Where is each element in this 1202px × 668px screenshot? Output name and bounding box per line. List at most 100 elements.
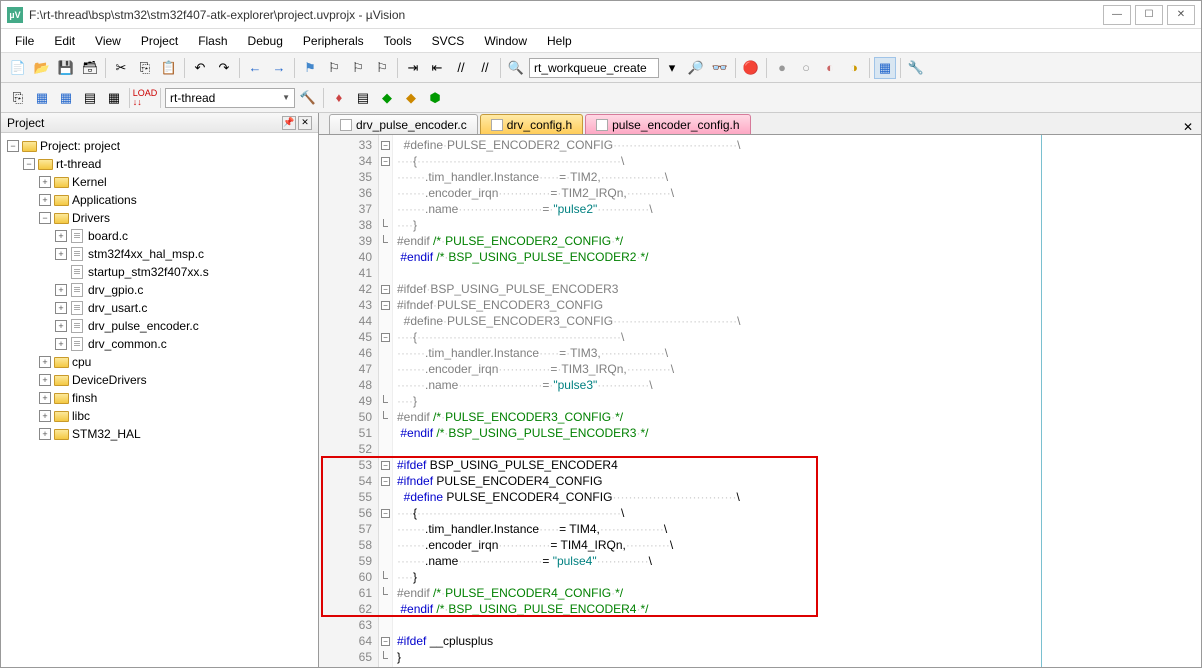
download-icon[interactable]: LOAD↓↓ bbox=[134, 87, 156, 109]
translate-icon[interactable]: ⎘ bbox=[7, 87, 29, 109]
batch-build-icon[interactable]: ▤ bbox=[79, 87, 101, 109]
nav-back-icon[interactable]: ← bbox=[244, 57, 266, 79]
panel-close-icon[interactable]: ✕ bbox=[298, 116, 312, 130]
menu-file[interactable]: File bbox=[7, 32, 42, 50]
tree-group-devicedrivers[interactable]: +DeviceDrivers bbox=[3, 371, 316, 389]
title-bar: µV F:\rt-thread\bsp\stm32\stm32f407-atk-… bbox=[1, 1, 1201, 29]
find-in-files-icon[interactable]: 🔎 bbox=[685, 57, 707, 79]
menu-help[interactable]: Help bbox=[539, 32, 580, 50]
tree-file-stm32f4xx_hal_msp-c[interactable]: +stm32f4xx_hal_msp.c bbox=[3, 245, 316, 263]
tab-close-icon[interactable]: ✕ bbox=[1175, 120, 1201, 134]
paste-icon[interactable]: 📋 bbox=[158, 57, 180, 79]
pack-installer-icon[interactable]: ⬢ bbox=[424, 87, 446, 109]
maximize-button[interactable]: ☐ bbox=[1135, 5, 1163, 25]
menu-edit[interactable]: Edit bbox=[46, 32, 83, 50]
search-input[interactable] bbox=[529, 58, 659, 78]
menu-project[interactable]: Project bbox=[133, 32, 186, 50]
save-all-icon[interactable]: 🗃 bbox=[79, 57, 101, 79]
editor-tabs: drv_pulse_encoder.c drv_config.h pulse_enc… bbox=[319, 113, 1201, 135]
bookmark-next-icon[interactable]: ⚐ bbox=[347, 57, 369, 79]
rebuild-icon[interactable]: ▦ bbox=[55, 87, 77, 109]
toolbar-separator bbox=[766, 58, 767, 78]
tree-group-finsh[interactable]: +finsh bbox=[3, 389, 316, 407]
toolbar-separator bbox=[869, 58, 870, 78]
open-file-icon[interactable]: 📂 bbox=[31, 57, 53, 79]
tree-file-startup_stm32f407xx-s[interactable]: startup_stm32f407xx.s bbox=[3, 263, 316, 281]
nav-forward-icon[interactable]: → bbox=[268, 57, 290, 79]
ruler-line bbox=[1041, 135, 1042, 667]
toolbar-separator bbox=[160, 88, 161, 108]
comment-icon[interactable]: // bbox=[450, 57, 472, 79]
menu-bar: FileEditViewProjectFlash DebugPeripherals… bbox=[1, 29, 1201, 53]
target-selector[interactable]: rt-thread ▼ bbox=[165, 88, 295, 108]
tab-drv_pulse_encoder-c[interactable]: drv_pulse_encoder.c bbox=[329, 114, 478, 134]
breakpoint-insert-icon[interactable]: ● bbox=[771, 57, 793, 79]
code-content[interactable]: #define·PULSE_ENCODER2_CONFIG···········… bbox=[393, 135, 1201, 667]
menu-tools[interactable]: Tools bbox=[376, 32, 420, 50]
window-layout-icon[interactable]: ▦ bbox=[874, 57, 896, 79]
tree-project-root[interactable]: −Project: project bbox=[3, 137, 316, 155]
menu-flash[interactable]: Flash bbox=[190, 32, 235, 50]
panel-pin-icon[interactable]: 📌 bbox=[282, 116, 296, 130]
select-packs-icon[interactable]: ▤ bbox=[352, 87, 374, 109]
indent-icon[interactable]: ⇥ bbox=[402, 57, 424, 79]
project-tree[interactable]: −Project: project−rt-thread+Kernel+Appli… bbox=[1, 133, 318, 667]
uncomment-icon[interactable]: // bbox=[474, 57, 496, 79]
bookmark-clear-icon[interactable]: ⚐ bbox=[371, 57, 393, 79]
tree-group-applications[interactable]: +Applications bbox=[3, 191, 316, 209]
menu-debug[interactable]: Debug bbox=[240, 32, 291, 50]
bookmark-prev-icon[interactable]: ⚐ bbox=[323, 57, 345, 79]
find-icon[interactable]: 🔍 bbox=[505, 57, 527, 79]
tree-group-libc[interactable]: +libc bbox=[3, 407, 316, 425]
toolbar-separator bbox=[184, 58, 185, 78]
menu-peripherals[interactable]: Peripherals bbox=[295, 32, 372, 50]
tree-file-drv_common-c[interactable]: +drv_common.c bbox=[3, 335, 316, 353]
tree-target[interactable]: −rt-thread bbox=[3, 155, 316, 173]
minimize-button[interactable]: — bbox=[1103, 5, 1131, 25]
main-area: Project 📌 ✕ −Project: project−rt-thread+… bbox=[1, 113, 1201, 667]
tree-file-board-c[interactable]: +board.c bbox=[3, 227, 316, 245]
stop-build-icon[interactable]: ▦ bbox=[103, 87, 125, 109]
project-panel: Project 📌 ✕ −Project: project−rt-thread+… bbox=[1, 113, 319, 667]
toolbar-separator bbox=[735, 58, 736, 78]
save-icon[interactable]: 💾 bbox=[55, 57, 77, 79]
tree-file-drv_usart-c[interactable]: +drv_usart.c bbox=[3, 299, 316, 317]
tab-label: drv_config.h bbox=[507, 118, 572, 132]
breakpoint-kill-icon[interactable]: ◑ bbox=[843, 57, 865, 79]
copy-icon[interactable]: ⎘ bbox=[134, 57, 156, 79]
tree-group-drivers[interactable]: −Drivers bbox=[3, 209, 316, 227]
new-file-icon[interactable]: 📄 bbox=[7, 57, 29, 79]
tab-pulse_encoder_config-h[interactable]: pulse_encoder_config.h bbox=[585, 114, 750, 134]
breakpoint-disable-icon[interactable]: ◐ bbox=[819, 57, 841, 79]
tab-drv_config-h[interactable]: drv_config.h bbox=[480, 114, 583, 134]
manage-project-icon[interactable]: ♦ bbox=[328, 87, 350, 109]
manage-rte-icon[interactable]: ◆ bbox=[376, 87, 398, 109]
tree-group-kernel[interactable]: +Kernel bbox=[3, 173, 316, 191]
tree-file-drv_pulse_encoder-c[interactable]: +drv_pulse_encoder.c bbox=[3, 317, 316, 335]
redo-icon[interactable]: ↷ bbox=[213, 57, 235, 79]
tree-group-stm32_hal[interactable]: +STM32_HAL bbox=[3, 425, 316, 443]
configure-icon[interactable]: 🔧 bbox=[905, 57, 927, 79]
code-editor[interactable]: 3334353637383940414243444546474849505152… bbox=[319, 135, 1201, 667]
search-dropdown-icon[interactable]: ▾ bbox=[661, 57, 683, 79]
books-icon[interactable]: ◆ bbox=[400, 87, 422, 109]
menu-view[interactable]: View bbox=[87, 32, 129, 50]
undo-icon[interactable]: ↶ bbox=[189, 57, 211, 79]
outdent-icon[interactable]: ⇤ bbox=[426, 57, 448, 79]
breakpoint-enable-icon[interactable]: ○ bbox=[795, 57, 817, 79]
incremental-find-icon[interactable]: 👓 bbox=[709, 57, 731, 79]
menu-window[interactable]: Window bbox=[476, 32, 535, 50]
tree-group-cpu[interactable]: +cpu bbox=[3, 353, 316, 371]
debug-icon[interactable]: 🔴 bbox=[740, 57, 762, 79]
toolbar-separator bbox=[294, 58, 295, 78]
bookmark-icon[interactable]: ⚑ bbox=[299, 57, 321, 79]
target-options-icon[interactable]: 🔨 bbox=[297, 87, 319, 109]
menu-svcs[interactable]: SVCS bbox=[424, 32, 473, 50]
fold-column[interactable]: −−−−−−−−− bbox=[379, 135, 393, 667]
tree-file-drv_gpio-c[interactable]: +drv_gpio.c bbox=[3, 281, 316, 299]
main-toolbar: 📄 📂 💾 🗃 ✂ ⎘ 📋 ↶ ↷ ← → ⚑ ⚐ ⚐ ⚐ ⇥ ⇤ // // … bbox=[1, 53, 1201, 83]
build-icon[interactable]: ▦ bbox=[31, 87, 53, 109]
cut-icon[interactable]: ✂ bbox=[110, 57, 132, 79]
close-button[interactable]: ✕ bbox=[1167, 5, 1195, 25]
tab-label: drv_pulse_encoder.c bbox=[356, 118, 467, 132]
